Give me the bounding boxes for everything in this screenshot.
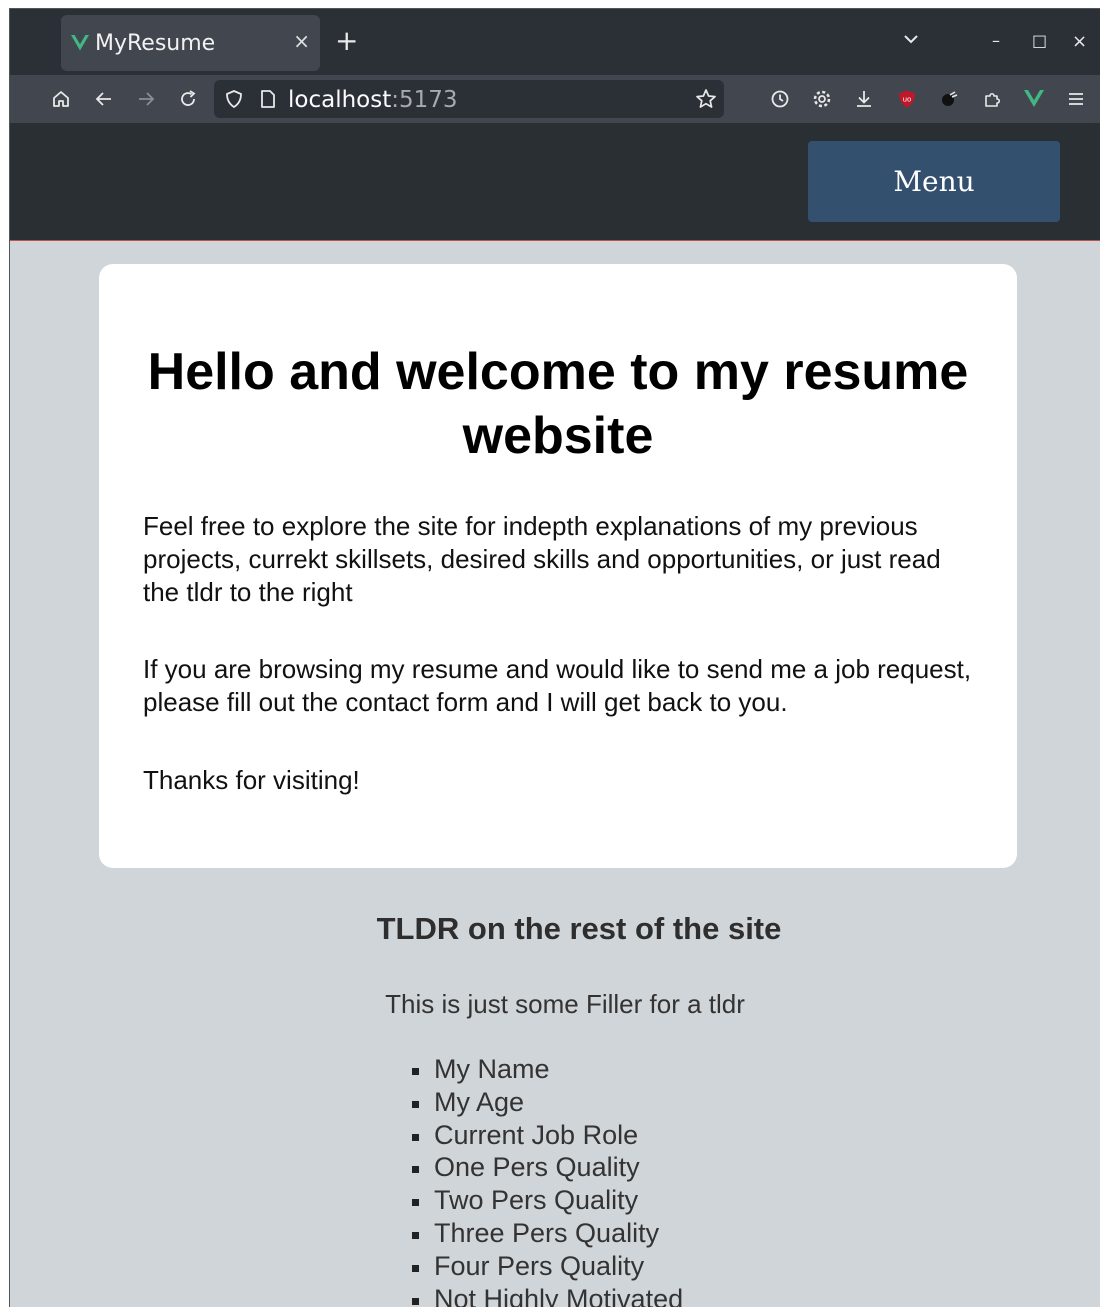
url-text[interactable]: localhost:5173 — [288, 87, 458, 113]
menu-button[interactable]: Menu — [808, 141, 1060, 222]
thanks-paragraph: Thanks for visiting! — [143, 765, 360, 795]
url-port: :5173 — [391, 87, 458, 113]
shield-icon[interactable] — [222, 87, 246, 111]
extensions-puzzle-icon[interactable] — [980, 87, 1004, 111]
list-item: Two Pers Quality — [410, 1184, 683, 1217]
vue-logo-icon — [71, 34, 89, 52]
url-host: localhost — [288, 87, 392, 113]
page-icon[interactable] — [256, 87, 280, 111]
welcome-card: Hello and welcome to my resume website F… — [99, 264, 1017, 868]
reload-icon[interactable] — [176, 87, 200, 111]
history-icon[interactable] — [768, 87, 792, 111]
list-item: My Name — [410, 1053, 683, 1086]
list-item: One Pers Quality — [410, 1151, 683, 1184]
url-bar[interactable]: localhost:5173 — [214, 80, 724, 118]
extension-icon[interactable] — [937, 87, 961, 111]
nav-toolbar: localhost:5173 uo — [10, 75, 1100, 123]
list-item: Three Pers Quality — [410, 1217, 683, 1250]
site-header: Menu — [10, 123, 1100, 241]
list-item: My Age — [410, 1086, 683, 1119]
window-maximize-button[interactable]: □ — [1032, 31, 1047, 50]
list-item: Not Highly Motivated — [410, 1283, 683, 1307]
tldr-list: My Name My Age Current Job Role One Pers… — [410, 1053, 683, 1307]
welcome-heading: Hello and welcome to my resume website — [147, 343, 969, 465]
tab-myresume[interactable]: MyResume × — [61, 15, 320, 71]
tldr-subtitle: This is just some Filler for a tldr — [385, 989, 745, 1019]
home-icon[interactable] — [49, 87, 73, 111]
vue-devtools-icon[interactable] — [1022, 87, 1046, 111]
tab-list-chevron-icon[interactable] — [903, 31, 919, 49]
list-item: Current Job Role — [410, 1119, 683, 1152]
bookmark-star-icon[interactable] — [694, 87, 718, 111]
tab-title: MyResume — [95, 30, 216, 56]
svg-text:uo: uo — [903, 96, 912, 104]
tldr-heading: TLDR on the rest of the site — [376, 911, 782, 946]
contact-paragraph: If you are browsing my resume and would … — [143, 654, 972, 717]
back-icon[interactable] — [92, 87, 116, 111]
downloads-icon[interactable] — [852, 87, 876, 111]
settings-icon[interactable] — [810, 87, 834, 111]
window-close-button[interactable]: × — [1072, 31, 1087, 52]
tab-close-button[interactable]: × — [293, 29, 310, 53]
ublock-icon[interactable]: uo — [895, 87, 919, 111]
tab-strip: MyResume × + – □ × — [10, 9, 1100, 75]
forward-icon[interactable] — [134, 87, 158, 111]
intro-paragraph: Feel free to explore the site for indept… — [143, 511, 941, 607]
hamburger-menu-icon[interactable] — [1064, 87, 1088, 111]
browser-window: MyResume × + – □ × localhost:5173 uo Men… — [9, 8, 1100, 1307]
window-minimize-button[interactable]: – — [992, 31, 1000, 50]
new-tab-button[interactable]: + — [335, 27, 358, 55]
list-item: Four Pers Quality — [410, 1250, 683, 1283]
